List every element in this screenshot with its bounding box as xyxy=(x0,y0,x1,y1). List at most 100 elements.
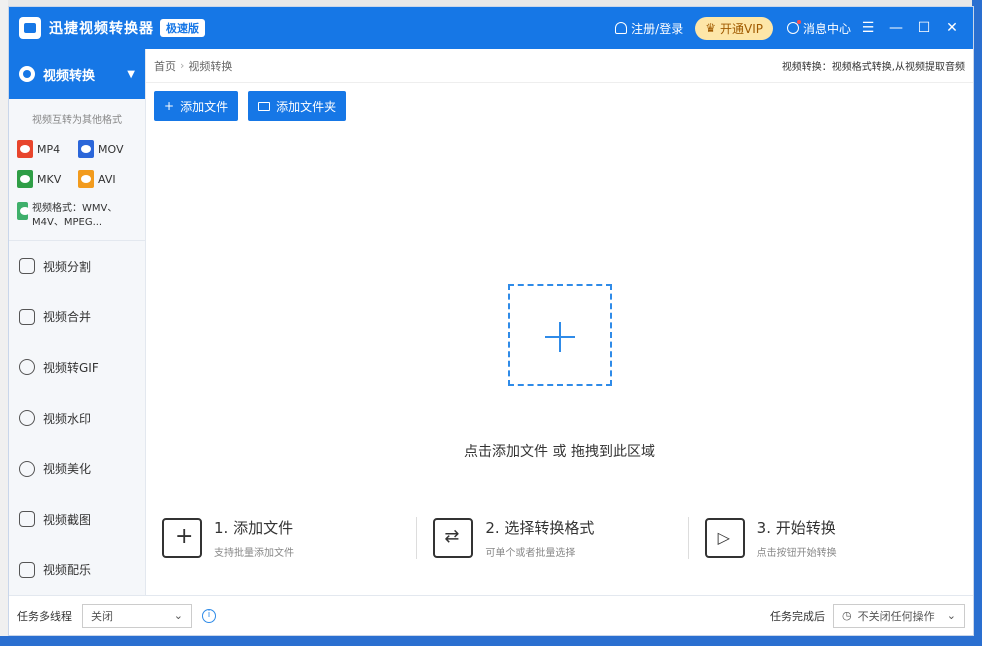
main-panel: 首页 › 视频转换 视频转换：视频格式转换,从视频提取音频 + 添加文件 添加文… xyxy=(146,49,973,595)
format-mov[interactable]: MOV xyxy=(78,140,139,158)
sidebar-item-split[interactable]: 视频分割 xyxy=(9,241,145,292)
sidebar-item-beautify[interactable]: 视频美化 xyxy=(9,443,145,494)
vip-label: 开通VIP xyxy=(720,20,763,37)
add-file-drop-box[interactable] xyxy=(508,284,612,386)
format-label: MP4 xyxy=(37,143,60,156)
step-title: 2. 选择转换格式 xyxy=(485,517,594,538)
format-other[interactable]: 视频格式：WMV、M4V、MPEG... xyxy=(9,188,145,241)
step-select-format: 2. 选择转换格式 可单个或者批量选择 xyxy=(416,517,687,559)
convert-icon xyxy=(19,66,35,82)
sidebar-active-label: 视频转换 xyxy=(43,65,95,84)
desktop-bottom xyxy=(0,636,982,646)
step-start-convert: 3. 开始转换 点击按钮开始转换 xyxy=(688,517,959,559)
add-file-button[interactable]: + 添加文件 xyxy=(154,91,238,121)
sidebar-item-label: 视频合并 xyxy=(43,308,91,325)
feature-hint: 视频转换：视频格式转换,从视频提取音频 xyxy=(782,58,965,73)
sidebar-item-label: 视频水印 xyxy=(43,410,91,427)
music-icon xyxy=(19,562,35,578)
sidebar-item-merge[interactable]: 视频合并 xyxy=(9,292,145,343)
mkv-file-icon xyxy=(17,170,33,188)
add-folder-label: 添加文件夹 xyxy=(276,98,336,115)
thread-value: 关闭 xyxy=(91,608,113,624)
app-window: 迅捷视频转换器 极速版 注册/登录 ♛ 开通VIP 消息中心 ☰ — ☐ ✕ 视… xyxy=(8,6,974,636)
add-folder-button[interactable]: 添加文件夹 xyxy=(248,91,346,121)
add-file-step-icon xyxy=(162,518,202,558)
message-center-button[interactable]: 消息中心 xyxy=(787,20,851,37)
format-mp4[interactable]: MP4 xyxy=(17,140,78,158)
watermark-icon xyxy=(19,410,35,426)
mov-file-icon xyxy=(78,140,94,158)
step-add-file: 1. 添加文件 支持批量添加文件 xyxy=(160,517,416,559)
clock-icon: ◷ xyxy=(842,609,852,622)
title-bar: 迅捷视频转换器 极速版 注册/登录 ♛ 开通VIP 消息中心 ☰ — ☐ ✕ xyxy=(9,7,973,49)
other-format-file-icon xyxy=(17,202,28,220)
sidebar-item-label: 视频转GIF xyxy=(43,359,99,376)
message-icon xyxy=(787,22,799,34)
beautify-icon xyxy=(19,461,35,477)
minimize-button[interactable]: — xyxy=(885,20,907,36)
avi-file-icon xyxy=(78,170,94,188)
maximize-button[interactable]: ☐ xyxy=(913,20,935,36)
breadcrumb-bar: 首页 › 视频转换 视频转换：视频格式转换,从视频提取音频 xyxy=(146,49,973,83)
add-file-label: 添加文件 xyxy=(180,98,228,115)
merge-icon xyxy=(19,309,35,325)
info-icon[interactable]: i xyxy=(202,609,216,623)
step-desc: 可单个或者批量选择 xyxy=(485,544,594,559)
plus-icon: + xyxy=(164,99,174,113)
edition-badge: 极速版 xyxy=(160,19,205,37)
after-task-label: 任务完成后 xyxy=(770,608,825,624)
gif-icon xyxy=(19,359,35,375)
format-grid: MP4 MOV MKV AVI xyxy=(9,134,145,188)
format-mkv[interactable]: MKV xyxy=(17,170,78,188)
drop-area[interactable]: 点击添加文件 或 拖拽到此区域 xyxy=(146,139,973,469)
breadcrumb-current: 视频转换 xyxy=(188,58,232,74)
toolbar: + 添加文件 添加文件夹 xyxy=(146,83,973,129)
chevron-down-icon: ▼ xyxy=(127,69,135,80)
thread-select[interactable]: 关闭 ⌄ xyxy=(82,604,192,628)
screenshot-icon xyxy=(19,511,35,527)
other-format-label: 视频格式：WMV、M4V、MPEG... xyxy=(32,202,139,230)
start-convert-step-icon xyxy=(705,518,745,558)
mp4-file-icon xyxy=(17,140,33,158)
thread-label: 任务多线程 xyxy=(17,608,72,624)
breadcrumb-home[interactable]: 首页 xyxy=(154,58,176,74)
message-center-label: 消息中心 xyxy=(803,20,851,37)
app-title: 迅捷视频转换器 xyxy=(49,18,154,38)
after-task-select[interactable]: ◷ 不关闭任何操作 ⌄ xyxy=(833,604,965,628)
desktop-left xyxy=(0,0,8,646)
app-body: 视频转换 ▼ 视频互转为其他格式 MP4 MOV MKV xyxy=(9,49,973,595)
login-button[interactable]: 注册/登录 xyxy=(615,20,683,37)
breadcrumb-separator: › xyxy=(180,59,184,72)
split-icon xyxy=(19,258,35,274)
chevron-down-icon: ⌄ xyxy=(174,609,183,622)
crown-icon: ♛ xyxy=(705,21,716,35)
chevron-down-icon: ⌄ xyxy=(947,609,956,622)
format-label: MKV xyxy=(37,173,61,186)
step-desc: 支持批量添加文件 xyxy=(214,544,294,559)
step-title: 3. 开始转换 xyxy=(757,517,837,538)
menu-icon[interactable]: ☰ xyxy=(857,20,879,36)
sidebar-item-video-convert[interactable]: 视频转换 ▼ xyxy=(9,49,145,99)
sidebar-item-watermark[interactable]: 视频水印 xyxy=(9,393,145,444)
step-desc: 点击按钮开始转换 xyxy=(757,544,837,559)
status-bar: 任务多线程 关闭 ⌄ i 任务完成后 ◷ 不关闭任何操作 ⌄ xyxy=(9,595,973,635)
step-title: 1. 添加文件 xyxy=(214,517,294,538)
close-button[interactable]: ✕ xyxy=(941,20,963,36)
format-avi[interactable]: AVI xyxy=(78,170,139,188)
drop-text: 点击添加文件 或 拖拽到此区域 xyxy=(146,441,973,461)
app-logo-icon xyxy=(19,17,41,39)
format-label: AVI xyxy=(98,173,116,186)
user-icon xyxy=(615,22,627,34)
sidebar-item-screenshot[interactable]: 视频截图 xyxy=(9,494,145,545)
login-label: 注册/登录 xyxy=(631,20,683,37)
sidebar-item-music[interactable]: 视频配乐 xyxy=(9,544,145,595)
sidebar-item-label: 视频美化 xyxy=(43,460,91,477)
after-task-value: 不关闭任何操作 xyxy=(858,608,935,624)
vip-button[interactable]: ♛ 开通VIP xyxy=(695,17,773,40)
folder-icon xyxy=(258,102,270,111)
sidebar-item-label: 视频截图 xyxy=(43,511,91,528)
sidebar: 视频转换 ▼ 视频互转为其他格式 MP4 MOV MKV xyxy=(9,49,146,595)
sidebar-item-gif[interactable]: 视频转GIF xyxy=(9,342,145,393)
sidebar-item-label: 视频配乐 xyxy=(43,561,91,578)
sidebar-item-label: 视频分割 xyxy=(43,258,91,275)
